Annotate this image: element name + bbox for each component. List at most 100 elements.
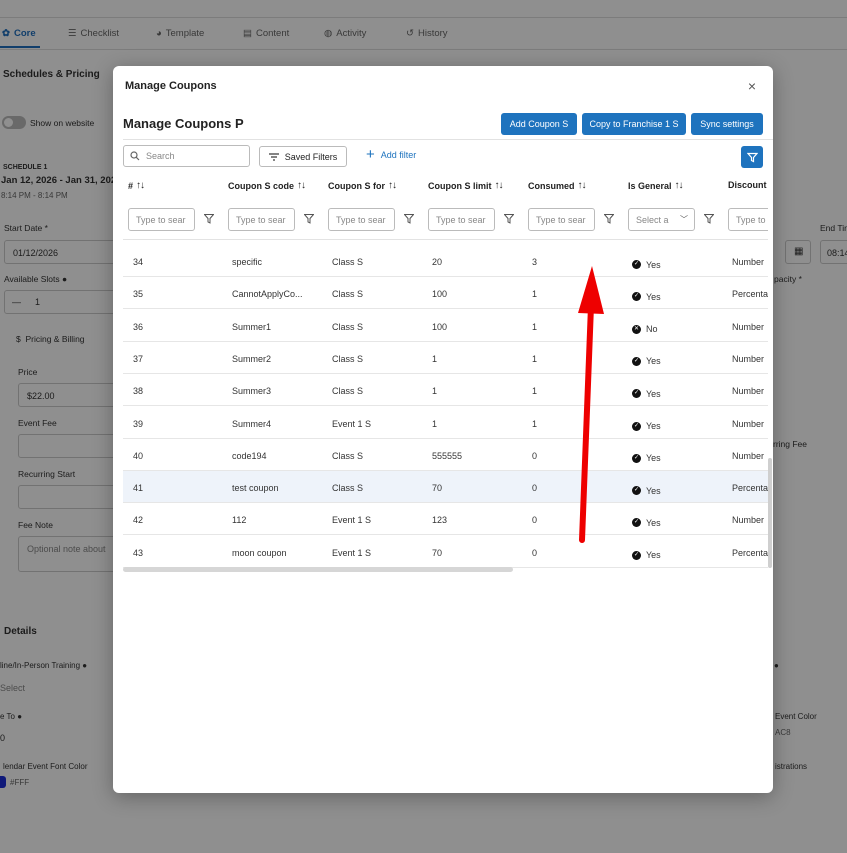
- modal-title: Manage Coupons: [125, 80, 217, 92]
- cell-is-general: ✓ Yes: [632, 259, 661, 270]
- column-header-for[interactable]: Coupon S for ↑↓: [328, 180, 397, 191]
- filter-lines-icon: [268, 152, 279, 161]
- table-row[interactable]: 40 code194 Class S 555555 0 ✓ Yes Number: [123, 439, 768, 471]
- cell-limit: 555555: [432, 450, 463, 461]
- sort-icon: ↑↓: [674, 180, 684, 191]
- table-row[interactable]: 36 Summer1 Class S 100 1 ✕ No Number: [123, 310, 768, 342]
- cell-for: Event 1 S: [332, 547, 372, 558]
- cell-limit: 70: [432, 547, 443, 558]
- coupons-table: # ↑↓ Coupon S code ↑↓ Coupon S for ↑↓ Coupo…: [123, 172, 768, 572]
- cell-for: Class S: [332, 257, 364, 267]
- horizontal-scrollbar[interactable]: [123, 567, 513, 572]
- cell-discount: Number: [732, 386, 765, 397]
- cell-id: 40: [133, 450, 144, 461]
- cell-id: 34: [133, 257, 144, 267]
- cell-is-general: ✓ Yes: [632, 356, 661, 367]
- copy-to-franchise-button[interactable]: Copy to Franchise 1 S: [582, 113, 686, 135]
- filter-input-consumed[interactable]: Type to sear: [528, 208, 595, 231]
- cell-discount: Percenta: [732, 483, 768, 494]
- funnel-icon[interactable]: [404, 214, 414, 224]
- chevron-down-icon: ﹀: [680, 215, 688, 224]
- cell-discount: Number: [732, 450, 765, 461]
- search-input[interactable]: Search: [123, 145, 250, 167]
- check-circle-icon: ✓: [632, 421, 641, 431]
- cell-for: Class S: [332, 450, 364, 461]
- cell-consumed: 1: [532, 386, 538, 397]
- cell-limit: 123: [432, 515, 448, 526]
- cell-discount: Number: [732, 418, 765, 429]
- close-icon: ×: [747, 78, 757, 94]
- column-header-id[interactable]: # ↑↓: [128, 180, 145, 191]
- table-row[interactable]: 35 CannotApplyCo... Class S 100 1 ✓ Yes Percent…: [123, 277, 768, 310]
- funnel-icon[interactable]: [604, 214, 614, 224]
- funnel-icon[interactable]: [304, 214, 314, 224]
- cell-code: CannotApplyCo...: [232, 289, 303, 300]
- plus-icon: +: [366, 146, 375, 163]
- sync-settings-button[interactable]: Sync settings: [691, 113, 763, 135]
- cell-consumed: 1: [532, 353, 538, 364]
- cell-consumed: 0: [532, 515, 538, 526]
- cell-limit: 100: [432, 321, 448, 332]
- cell-id: 41: [133, 483, 144, 494]
- column-header-consumed[interactable]: Consumed ↑↓: [528, 180, 587, 191]
- modal-subtitle: Manage Coupons P: [123, 116, 244, 131]
- vertical-scrollbar[interactable]: [768, 458, 772, 568]
- filter-toggle-button[interactable]: [741, 146, 763, 168]
- cell-limit: 70: [432, 483, 443, 494]
- check-circle-icon: ✓: [632, 389, 641, 399]
- cell-is-general: ✓ Yes: [632, 421, 661, 431]
- table-row[interactable]: 43 moon coupon Event 1 S 70 0 ✓ Yes Percenta: [123, 536, 768, 568]
- filter-select-is-general[interactable]: Select a ﹀: [628, 208, 695, 231]
- cell-is-general: ✕ No: [632, 324, 658, 335]
- cell-limit: 1: [432, 353, 438, 364]
- close-button[interactable]: ×: [745, 79, 759, 93]
- sort-icon: ↑↓: [388, 180, 397, 191]
- cell-for: Event 1 S: [332, 418, 372, 429]
- sort-icon: ↑↓: [494, 180, 504, 191]
- cell-for: Class S: [332, 289, 364, 300]
- funnel-icon[interactable]: [204, 214, 214, 224]
- table-row[interactable]: 39 Summer4 Event 1 S 1 1 ✓ Yes Number: [123, 407, 768, 439]
- filter-input-code[interactable]: Type to sear: [228, 208, 295, 231]
- cell-for: Class S: [332, 353, 364, 364]
- table-row[interactable]: 37 Summer2 Class S 1 1 ✓ Yes Number: [123, 342, 768, 374]
- funnel-icon[interactable]: [704, 214, 714, 224]
- funnel-icon[interactable]: [504, 214, 514, 224]
- filter-input-for[interactable]: Type to sear: [328, 208, 395, 231]
- add-filter-button[interactable]: + Add filter: [366, 146, 416, 163]
- column-header-is-general[interactable]: Is General ↑↓: [628, 180, 684, 191]
- cell-discount: Number: [732, 353, 765, 364]
- table-row[interactable]: 42 112 Event 1 S 123 0 ✓ Yes Number: [123, 503, 768, 536]
- table-row[interactable]: 38 Summer3 Class S 1 1 ✓ Yes Number: [123, 374, 768, 407]
- cell-is-general: ✓ Yes: [632, 453, 661, 464]
- check-circle-icon: ✓: [632, 453, 641, 463]
- cell-limit: 1: [432, 418, 438, 429]
- table-row[interactable]: 41 test coupon Class S 70 0 ✓ Yes Percenta: [123, 471, 768, 504]
- filter-input-id[interactable]: Type to sear: [128, 208, 195, 231]
- column-header-code[interactable]: Coupon S code ↑↓: [228, 180, 306, 191]
- cell-id: 38: [133, 386, 144, 397]
- header-divider: [123, 139, 773, 140]
- column-header-discount[interactable]: Discount: [728, 180, 767, 190]
- column-header-limit[interactable]: Coupon S limit ↑↓: [428, 180, 504, 191]
- table-row[interactable]: 34 specific Class S 20 3 ✓ Yes Number: [123, 245, 768, 277]
- check-circle-icon: ✓: [632, 260, 641, 269]
- cell-is-general: ✓ Yes: [632, 291, 661, 302]
- table-header: # ↑↓ Coupon S code ↑↓ Coupon S for ↑↓ Coupo…: [123, 172, 768, 200]
- check-circle-icon: ✓: [632, 356, 641, 366]
- cell-id: 39: [133, 418, 144, 429]
- saved-filters-button[interactable]: Saved Filters: [259, 146, 347, 167]
- cell-limit: 100: [432, 289, 448, 300]
- add-coupon-button[interactable]: Add Coupon S: [501, 113, 577, 135]
- check-circle-icon: ✓: [632, 550, 641, 560]
- cell-code: Summer4: [232, 418, 272, 429]
- filter-input-limit[interactable]: Type to sear: [428, 208, 495, 231]
- cell-code: Summer1: [232, 321, 272, 332]
- cell-discount: Number: [732, 515, 765, 526]
- funnel-icon: [746, 152, 758, 162]
- cell-for: Class S: [332, 483, 364, 494]
- filter-input-discount[interactable]: Type to: [728, 208, 768, 231]
- cell-consumed: 1: [532, 289, 538, 300]
- cell-for: Class S: [332, 386, 364, 397]
- sort-icon: ↑↓: [577, 180, 587, 191]
